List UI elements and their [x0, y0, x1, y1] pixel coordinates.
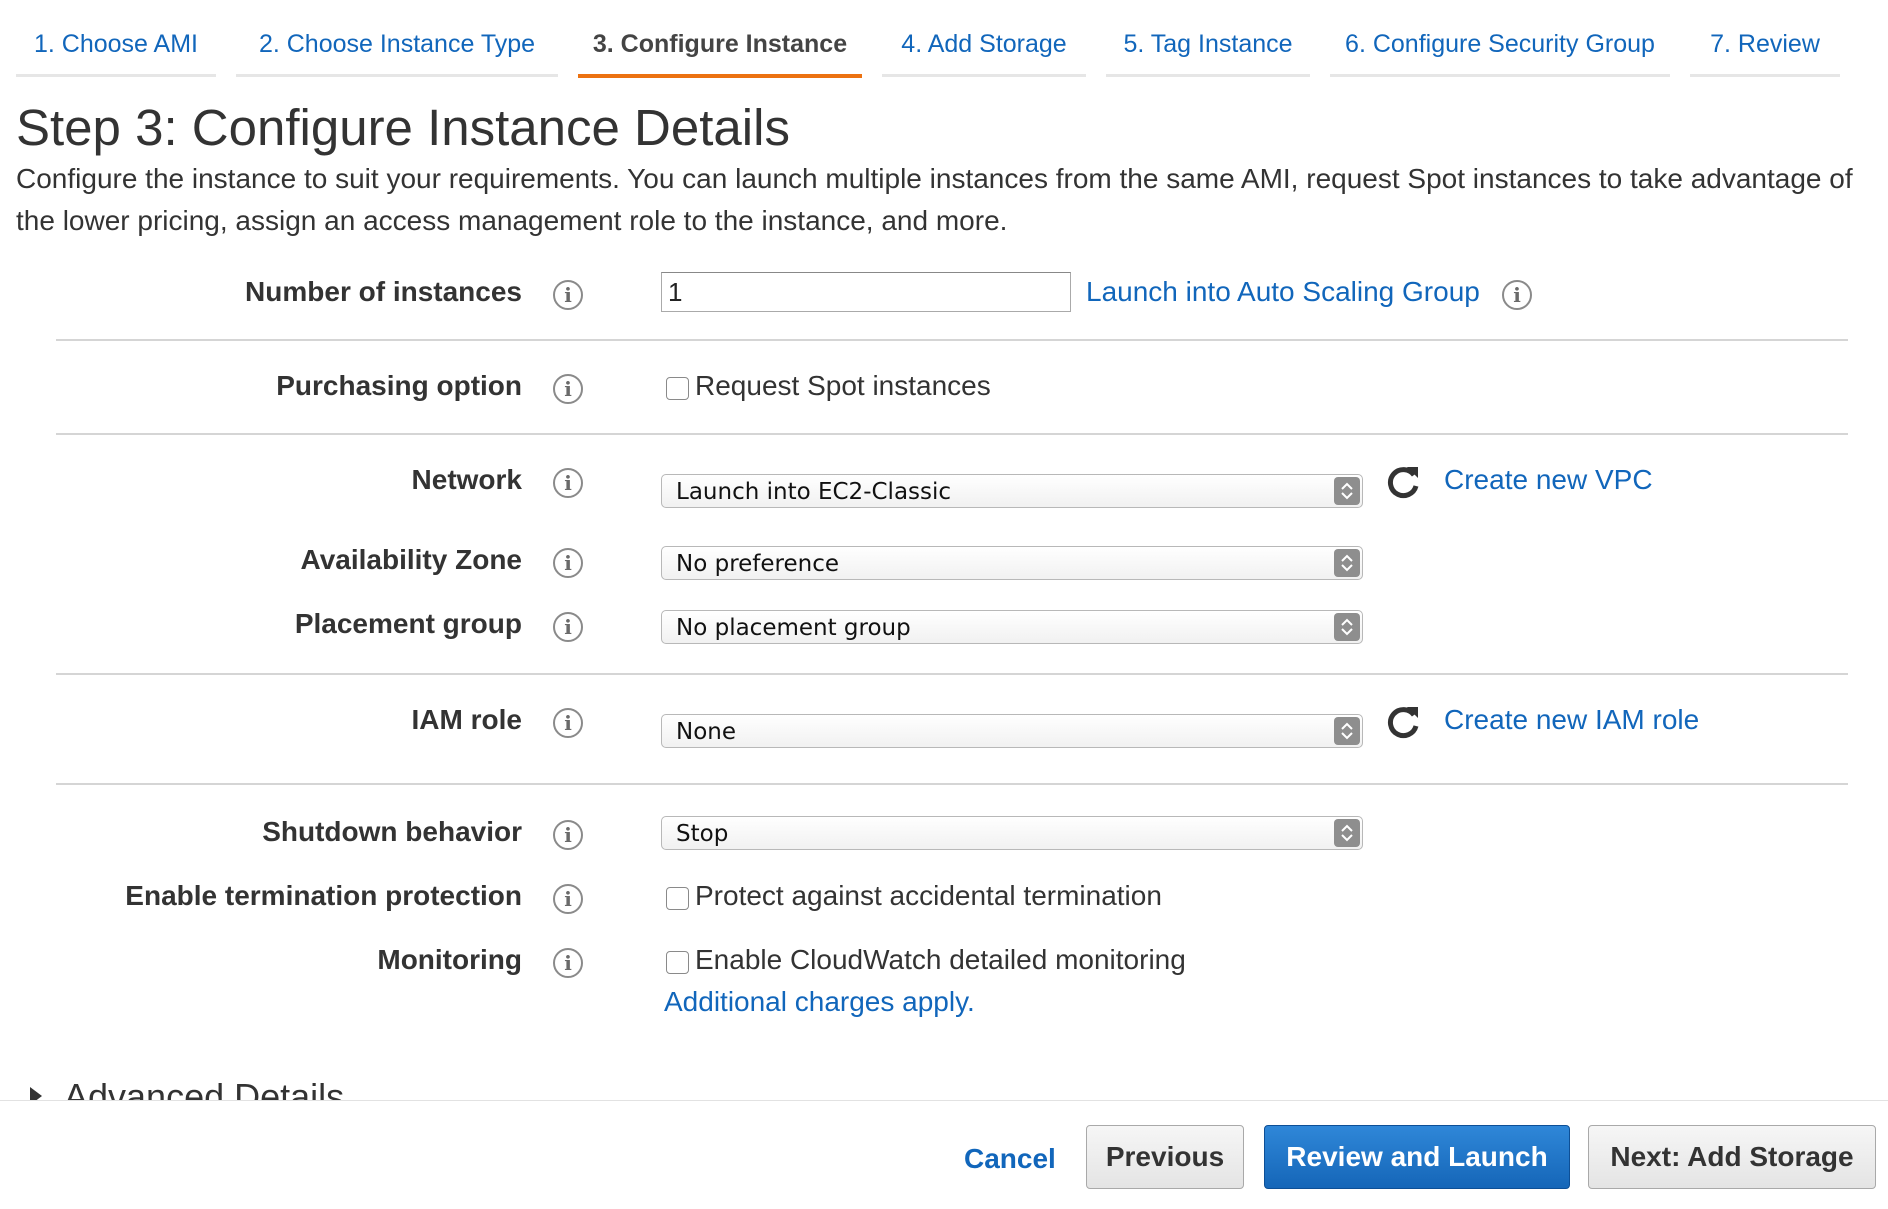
info-icon[interactable]: i	[553, 374, 583, 404]
network-select-value: Launch into EC2-Classic	[676, 479, 952, 505]
info-icon[interactable]: i	[553, 884, 583, 914]
availability-zone-select[interactable]: No preference	[661, 546, 1363, 580]
chevron-up-down-icon	[1334, 819, 1360, 847]
cancel-link[interactable]: Cancel	[964, 1143, 1056, 1175]
label-termination-protection: Enable termination protection	[125, 880, 522, 911]
tab-review[interactable]: 7. Review	[1690, 24, 1840, 77]
divider	[56, 339, 1848, 341]
availability-zone-select-value: No preference	[676, 551, 840, 577]
advanced-details-toggle[interactable]: Advanced Details	[0, 1070, 1888, 1100]
chevron-up-down-icon	[1334, 477, 1360, 505]
info-icon[interactable]: i	[553, 708, 583, 738]
request-spot-label[interactable]: Request Spot instances	[695, 370, 991, 402]
label-iam-role: IAM role	[411, 704, 522, 735]
info-icon[interactable]: i	[553, 468, 583, 498]
label-number-of-instances: Number of instances	[245, 276, 522, 307]
wizard-tabs: 1. Choose AMI 2. Choose Instance Type 3.…	[16, 24, 1866, 78]
previous-button[interactable]: Previous	[1086, 1125, 1244, 1189]
next-add-storage-button[interactable]: Next: Add Storage	[1588, 1125, 1876, 1189]
info-icon[interactable]: i	[1502, 280, 1532, 310]
wizard-footer: Cancel Previous Review and Launch Next: …	[0, 1100, 1888, 1209]
tab-configure-security-group[interactable]: 6. Configure Security Group	[1330, 24, 1670, 77]
shutdown-behavior-select[interactable]: Stop	[661, 816, 1363, 850]
create-new-vpc-link[interactable]: Create new VPC	[1444, 464, 1653, 496]
info-icon[interactable]: i	[553, 280, 583, 310]
triangle-right-icon	[30, 1087, 42, 1100]
divider	[56, 433, 1848, 435]
chevron-up-down-icon	[1334, 613, 1360, 641]
auto-scaling-group-link[interactable]: Launch into Auto Scaling Group	[1086, 276, 1480, 308]
label-shutdown-behavior: Shutdown behavior	[262, 816, 522, 847]
shutdown-behavior-select-value: Stop	[676, 821, 729, 847]
placement-group-select[interactable]: No placement group	[661, 610, 1363, 644]
divider	[56, 673, 1848, 675]
info-icon[interactable]: i	[553, 548, 583, 578]
info-icon[interactable]: i	[553, 612, 583, 642]
additional-charges-link[interactable]: Additional charges apply.	[664, 986, 975, 1018]
iam-role-select-value: None	[676, 719, 737, 745]
number-of-instances-input[interactable]	[661, 272, 1071, 312]
cloudwatch-monitoring-label[interactable]: Enable CloudWatch detailed monitoring	[695, 944, 1186, 976]
label-availability-zone: Availability Zone	[300, 544, 522, 575]
tab-choose-instance-type[interactable]: 2. Choose Instance Type	[236, 24, 558, 77]
divider	[56, 783, 1848, 785]
refresh-icon[interactable]	[1384, 464, 1422, 502]
info-icon[interactable]: i	[553, 820, 583, 850]
label-purchasing-option: Purchasing option	[276, 370, 522, 401]
tab-choose-ami[interactable]: 1. Choose AMI	[16, 24, 216, 77]
page-title: Step 3: Configure Instance Details	[16, 99, 790, 156]
iam-role-select[interactable]: None	[661, 714, 1363, 748]
label-monitoring: Monitoring	[377, 944, 522, 975]
review-and-launch-button[interactable]: Review and Launch	[1264, 1125, 1570, 1189]
refresh-icon[interactable]	[1384, 704, 1422, 742]
page-description: Configure the instance to suit your requ…	[16, 163, 1853, 236]
create-new-iam-role-link[interactable]: Create new IAM role	[1444, 704, 1699, 736]
info-icon[interactable]: i	[553, 948, 583, 978]
chevron-up-down-icon	[1334, 717, 1360, 745]
advanced-details-label: Advanced Details	[64, 1076, 345, 1100]
label-placement-group: Placement group	[294, 608, 522, 639]
tab-configure-instance[interactable]: 3. Configure Instance	[578, 24, 862, 78]
request-spot-checkbox[interactable]	[666, 377, 689, 400]
label-network: Network	[411, 464, 522, 495]
termination-protection-checkbox[interactable]	[666, 887, 689, 910]
chevron-up-down-icon	[1334, 549, 1360, 577]
tab-add-storage[interactable]: 4. Add Storage	[882, 24, 1086, 77]
placement-group-select-value: No placement group	[676, 615, 911, 641]
tab-tag-instance[interactable]: 5. Tag Instance	[1106, 24, 1310, 77]
cloudwatch-monitoring-checkbox[interactable]	[666, 951, 689, 974]
termination-protection-label[interactable]: Protect against accidental termination	[695, 880, 1162, 912]
network-select[interactable]: Launch into EC2-Classic	[661, 474, 1363, 508]
